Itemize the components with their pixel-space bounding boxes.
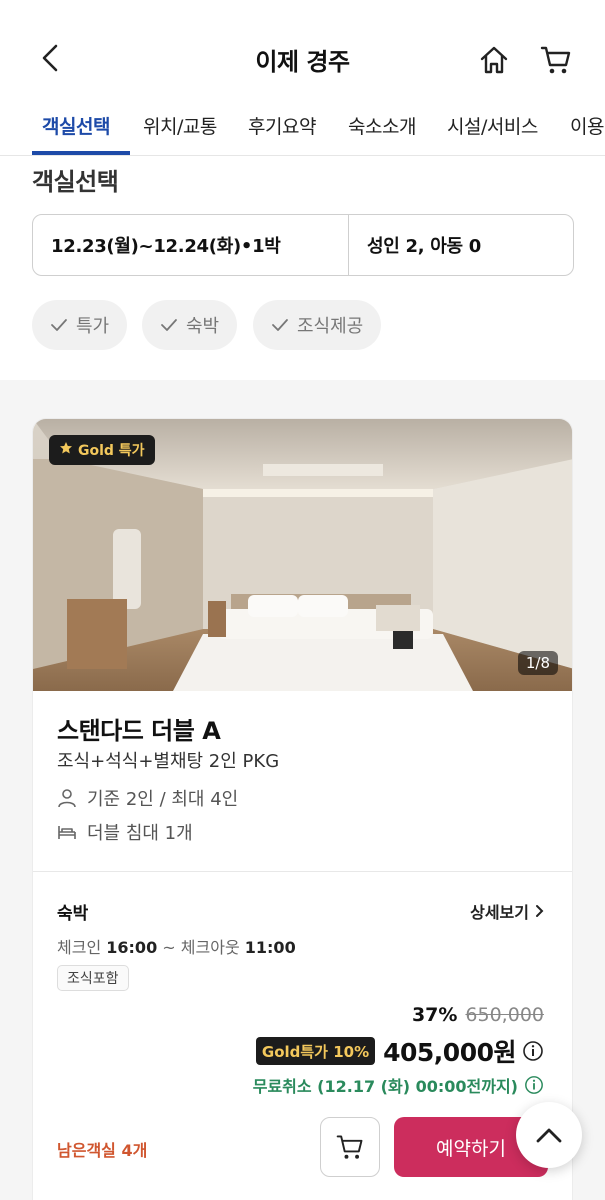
top-section: 이제 경주 객실선택 위치/교통 후기요약 숙소소개 시설/서비스 이용 객실선… <box>0 0 605 380</box>
gold-sale-badge: Gold특가 10% <box>255 1037 376 1065</box>
room-name: 스탠다드 더블 A <box>57 717 221 745</box>
tab-facilities[interactable]: 시설/서비스 <box>447 112 538 139</box>
bed-text: 더블 침대 1개 <box>87 823 193 844</box>
add-to-cart-button[interactable] <box>320 1117 380 1177</box>
gold-deal-badge: Gold 특가 <box>49 435 155 465</box>
filter-chip-stay[interactable]: 숙박 <box>142 300 238 350</box>
cancel-policy-text: 무료취소 (12.17 (화) 00:00전까지) <box>252 1077 518 1096</box>
chevron-up-icon <box>536 1128 562 1143</box>
bed-icon <box>58 826 76 839</box>
tab-location[interactable]: 위치/교통 <box>143 112 217 139</box>
photo-counter: 1/8 <box>517 651 558 675</box>
guest-selector[interactable]: 성인 2, 아동 0 <box>349 215 573 275</box>
detail-link[interactable]: 상세보기 <box>470 899 544 923</box>
cart-icon <box>540 46 571 74</box>
tab-property-intro[interactable]: 숙소소개 <box>348 112 416 139</box>
tab-bar: 객실선택 위치/교통 후기요약 숙소소개 시설/서비스 이용 <box>0 98 605 156</box>
cancel-policy: 무료취소 (12.17 (화) 00:00전까지) <box>253 1073 544 1097</box>
date-range-selector[interactable]: 12.23(월)~12.24(화)•1박 <box>33 215 349 275</box>
checkout-label: ~ 체크아웃 <box>162 938 240 957</box>
filter-chip-label: 특가 <box>76 316 110 337</box>
tab-usage[interactable]: 이용 <box>570 112 604 139</box>
room-package: 조식+석식+별채탕 2인 PKG <box>57 751 280 772</box>
checkin-label: 체크인 <box>57 938 102 957</box>
filter-chip-breakfast[interactable]: 조식제공 <box>253 300 382 350</box>
checkout-time: 11:00 <box>244 938 296 957</box>
tab-review-summary[interactable]: 후기요약 <box>248 112 316 139</box>
room-photo[interactable]: Gold 특가 1/8 <box>33 419 572 691</box>
stay-type: 숙박 <box>57 904 89 924</box>
info-icon[interactable] <box>522 1040 544 1062</box>
search-conditions: 12.23(월)~12.24(화)•1박 성인 2, 아동 0 <box>32 214 574 276</box>
person-icon <box>58 789 76 808</box>
card-divider <box>33 871 572 872</box>
filter-chip-label: 조식제공 <box>297 316 364 337</box>
check-icon <box>51 319 67 331</box>
header: 이제 경주 <box>0 28 605 90</box>
cart-icon <box>336 1135 363 1159</box>
remaining-rooms: 남은객실 4개 <box>57 1141 148 1160</box>
room-card: Gold 특가 1/8 스탠다드 더블 A 조식+석식+별채탕 2인 PKG 기… <box>32 418 573 1200</box>
filter-chip-special[interactable]: 특가 <box>32 300 128 350</box>
original-price: 650,000 <box>465 1004 544 1026</box>
final-price: 405,000원 <box>383 1038 516 1067</box>
capacity-info: 기준 2인 / 최대 4인 <box>57 785 238 811</box>
checkin-info: 체크인 16:00 ~ 체크아웃 11:00 <box>57 934 296 958</box>
detail-label: 상세보기 <box>470 903 529 922</box>
cart-button[interactable] <box>534 38 578 82</box>
active-tab-indicator <box>32 151 130 155</box>
scroll-to-top-button[interactable] <box>516 1102 582 1168</box>
checkin-time: 16:00 <box>106 938 158 957</box>
filter-chip-label: 숙박 <box>186 316 220 337</box>
bed-info: 더블 침대 1개 <box>57 819 193 845</box>
info-icon[interactable] <box>524 1075 544 1095</box>
gold-deal-label: Gold 특가 <box>78 443 145 459</box>
price-row: Gold특가 10% 405,000원 <box>255 1033 544 1069</box>
tab-room-select[interactable]: 객실선택 <box>42 112 110 139</box>
discount-percent: 37% <box>411 1004 458 1026</box>
chevron-right-icon <box>536 905 544 917</box>
check-icon <box>161 319 177 331</box>
home-icon <box>480 46 508 74</box>
check-icon <box>272 319 288 331</box>
discount-row: 37% 650,000 <box>412 1004 544 1026</box>
home-button[interactable] <box>472 38 516 82</box>
section-title: 객실선택 <box>32 168 119 196</box>
capacity-text: 기준 2인 / 최대 4인 <box>87 789 239 810</box>
star-icon <box>59 441 73 459</box>
meal-tag: 조식포함 <box>57 965 129 991</box>
